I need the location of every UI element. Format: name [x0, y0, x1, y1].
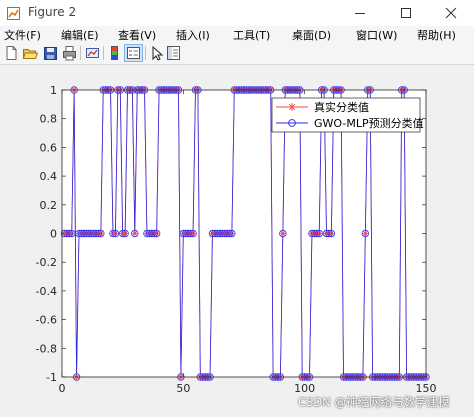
property-inspector-icon[interactable]	[165, 45, 182, 61]
y-tick-label: -0.4	[36, 285, 57, 298]
menu-window[interactable]: 窗口(W)	[356, 27, 397, 43]
menu-bar: 文件(F) 编辑(E) 查看(V) 插入(I) 工具(T) 桌面(D) 窗口(W…	[0, 26, 474, 42]
menu-insert[interactable]: 插入(I)	[176, 27, 210, 43]
print-icon[interactable]	[61, 45, 78, 61]
figure-window: Figure 2 文件(F) 编辑(E) 查看(V) 插入(I) 工具(T) 桌…	[0, 0, 474, 417]
y-tick-label: 0.6	[40, 141, 58, 154]
legend-label-true: 真实分类值	[314, 100, 369, 114]
edit-plot-icon[interactable]	[148, 45, 165, 61]
minimize-icon	[355, 13, 365, 14]
legend[interactable]: 真实分类值 GWO-MLP预测分类值	[271, 97, 424, 133]
legend-label-pred: GWO-MLP预测分类值	[314, 116, 424, 130]
menu-view[interactable]: 查看(V)	[118, 27, 156, 43]
maximize-button[interactable]	[383, 0, 429, 26]
maximize-icon	[401, 8, 411, 18]
y-tick-label: -1	[46, 371, 57, 384]
figure-toolbar	[0, 42, 474, 65]
y-tick-label: 0.8	[40, 113, 58, 126]
menu-desktop[interactable]: 桌面(D)	[292, 27, 331, 43]
title-bar[interactable]: Figure 2	[0, 0, 474, 26]
new-figure-icon[interactable]	[3, 45, 20, 61]
open-file-icon[interactable]	[22, 45, 39, 61]
menu-edit[interactable]: 编辑(E)	[61, 27, 99, 43]
y-tick-label: 1	[50, 84, 57, 97]
toolbar-separator	[145, 46, 146, 60]
link-plot-icon[interactable]	[84, 45, 101, 61]
close-icon	[445, 7, 457, 19]
y-tick-label: -0.6	[36, 314, 57, 327]
y-tick-label: 0.2	[40, 199, 58, 212]
matlab-figure-icon	[7, 7, 20, 20]
menu-tools[interactable]: 工具(T)	[233, 27, 270, 43]
minimize-button[interactable]	[337, 0, 383, 26]
y-tick-label: 0.4	[40, 170, 58, 183]
x-tick-label: 50	[176, 382, 190, 395]
y-tick-label: -0.8	[36, 342, 57, 355]
menu-file[interactable]: 文件(F)	[4, 27, 41, 43]
save-icon[interactable]	[42, 45, 59, 61]
insert-colorbar-icon[interactable]	[106, 45, 123, 61]
window-title: Figure 2	[28, 5, 77, 19]
toolbar-separator	[80, 46, 81, 60]
insert-legend-icon[interactable]	[124, 44, 143, 62]
close-button[interactable]	[428, 0, 474, 26]
toolbar-separator	[103, 46, 104, 60]
y-tick-label: 0	[50, 228, 57, 241]
x-tick-label: 0	[59, 382, 66, 395]
figure-canvas: -1-0.8-0.6-0.4-0.200.20.40.60.810 50 100 15…	[0, 65, 474, 417]
menu-help[interactable]: 帮助(H)	[417, 27, 456, 43]
y-tick-label: -0.2	[36, 256, 57, 269]
watermark: CSDN @神经网络与数学建模	[298, 395, 450, 409]
